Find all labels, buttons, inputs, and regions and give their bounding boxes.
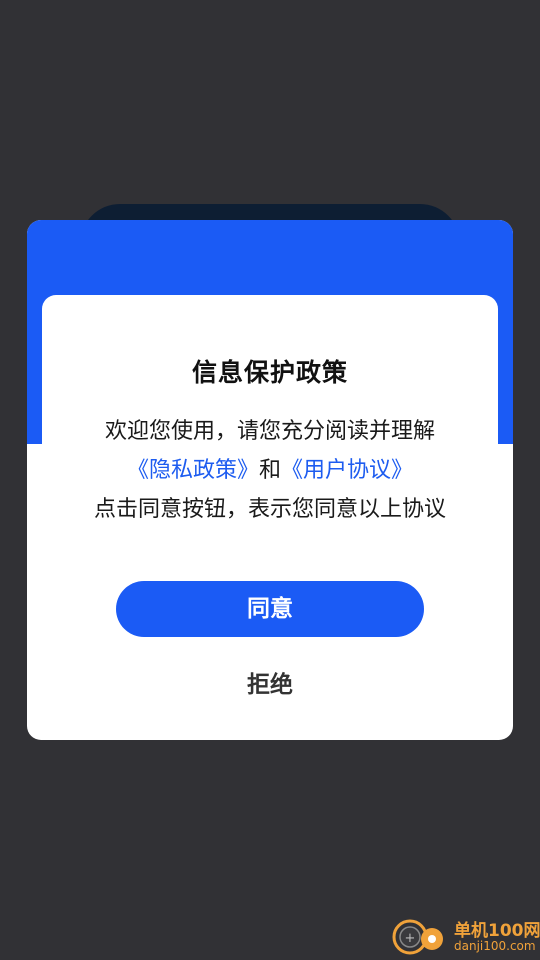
agree-button[interactable]: 同意: [116, 581, 424, 637]
decline-button[interactable]: 拒绝: [170, 663, 370, 707]
watermark-url: danji100.com: [454, 939, 536, 953]
dialog-card: 信息保护政策 欢迎您使用，请您充分阅读并理解 《隐私政策》和《用户协议》 点击同…: [42, 295, 498, 740]
dialog-title: 信息保护政策: [191, 358, 348, 387]
privacy-policy-link[interactable]: 《隐私政策》: [127, 458, 259, 483]
dialog-message-line1: 欢迎您使用，请您充分阅读并理解: [104, 419, 435, 444]
svg-text:+: +: [405, 931, 416, 946]
and-text: 和: [258, 458, 281, 483]
dialog-message-line2: 《隐私政策》和《用户协议》: [42, 456, 498, 486]
danji100-logo-icon: +: [392, 919, 443, 955]
dialog-message-line3: 点击同意按钮，表示您同意以上协议: [93, 497, 446, 522]
user-agreement-link[interactable]: 《用户协议》: [281, 458, 413, 483]
watermark: + 单机100网 danji100.com: [388, 912, 540, 960]
watermark-title: 单机100网: [454, 921, 540, 941]
privacy-policy-dialog: 信息保护政策 欢迎您使用，请您充分阅读并理解 《隐私政策》和《用户协议》 点击同…: [27, 220, 513, 740]
